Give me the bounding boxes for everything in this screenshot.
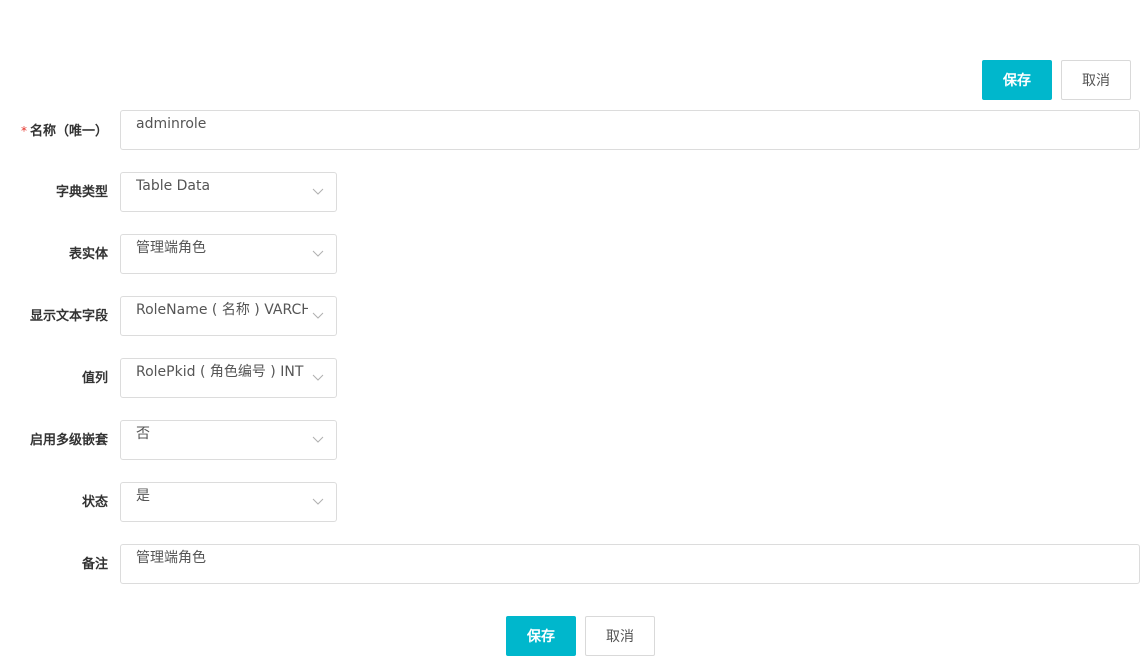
display-field-select[interactable]: RoleName ( 名称 ) VARCHAR — [120, 296, 337, 336]
name-label-row: * 名称（唯一） — [0, 122, 108, 141]
table-entity-value: 管理端角色 — [136, 240, 206, 256]
dict-type-select[interactable]: Table Data — [120, 172, 337, 212]
display-field-value: RoleName ( 名称 ) VARCHAR — [136, 302, 308, 318]
value-column-value: RolePkid ( 角色编号 ) INT — [136, 364, 304, 380]
display-field-label: 显示文本字段 — [29, 309, 108, 324]
chevron-down-icon — [312, 250, 324, 257]
top-cancel-button[interactable]: 取消 — [1061, 60, 1131, 100]
multi-level-label: 启用多级嵌套 — [29, 433, 108, 448]
status-label: 状态 — [81, 495, 108, 510]
status-select[interactable]: 是 — [120, 482, 337, 522]
chevron-down-icon — [312, 436, 324, 443]
multi-level-select[interactable]: 否 — [120, 420, 337, 460]
dict-type-label: 字典类型 — [55, 185, 108, 200]
top-save-button[interactable]: 保存 — [982, 60, 1052, 100]
value-column-select[interactable]: RolePkid ( 角色编号 ) INT — [120, 358, 337, 398]
table-entity-label: 表实体 — [68, 247, 108, 262]
table-entity-select[interactable]: 管理端角色 — [120, 234, 337, 274]
multi-level-value: 否 — [136, 426, 150, 442]
name-input[interactable]: adminrole — [120, 110, 1140, 150]
dict-type-value: Table Data — [136, 178, 211, 194]
bottom-cancel-button[interactable]: 取消 — [585, 616, 655, 656]
chevron-down-icon — [312, 374, 324, 381]
value-column-label: 值列 — [81, 371, 108, 386]
chevron-down-icon — [312, 312, 324, 319]
remark-label: 备注 — [81, 557, 108, 572]
name-label: 名称（唯一） — [29, 124, 108, 139]
name-input-value: adminrole — [136, 116, 207, 132]
bottom-save-button[interactable]: 保存 — [506, 616, 576, 656]
chevron-down-icon — [312, 188, 324, 195]
remark-input-value: 管理端角色 — [136, 550, 206, 566]
status-value: 是 — [136, 488, 150, 504]
chevron-down-icon — [312, 498, 324, 505]
remark-input[interactable]: 管理端角色 — [120, 544, 1140, 584]
required-mark: * — [20, 124, 27, 138]
